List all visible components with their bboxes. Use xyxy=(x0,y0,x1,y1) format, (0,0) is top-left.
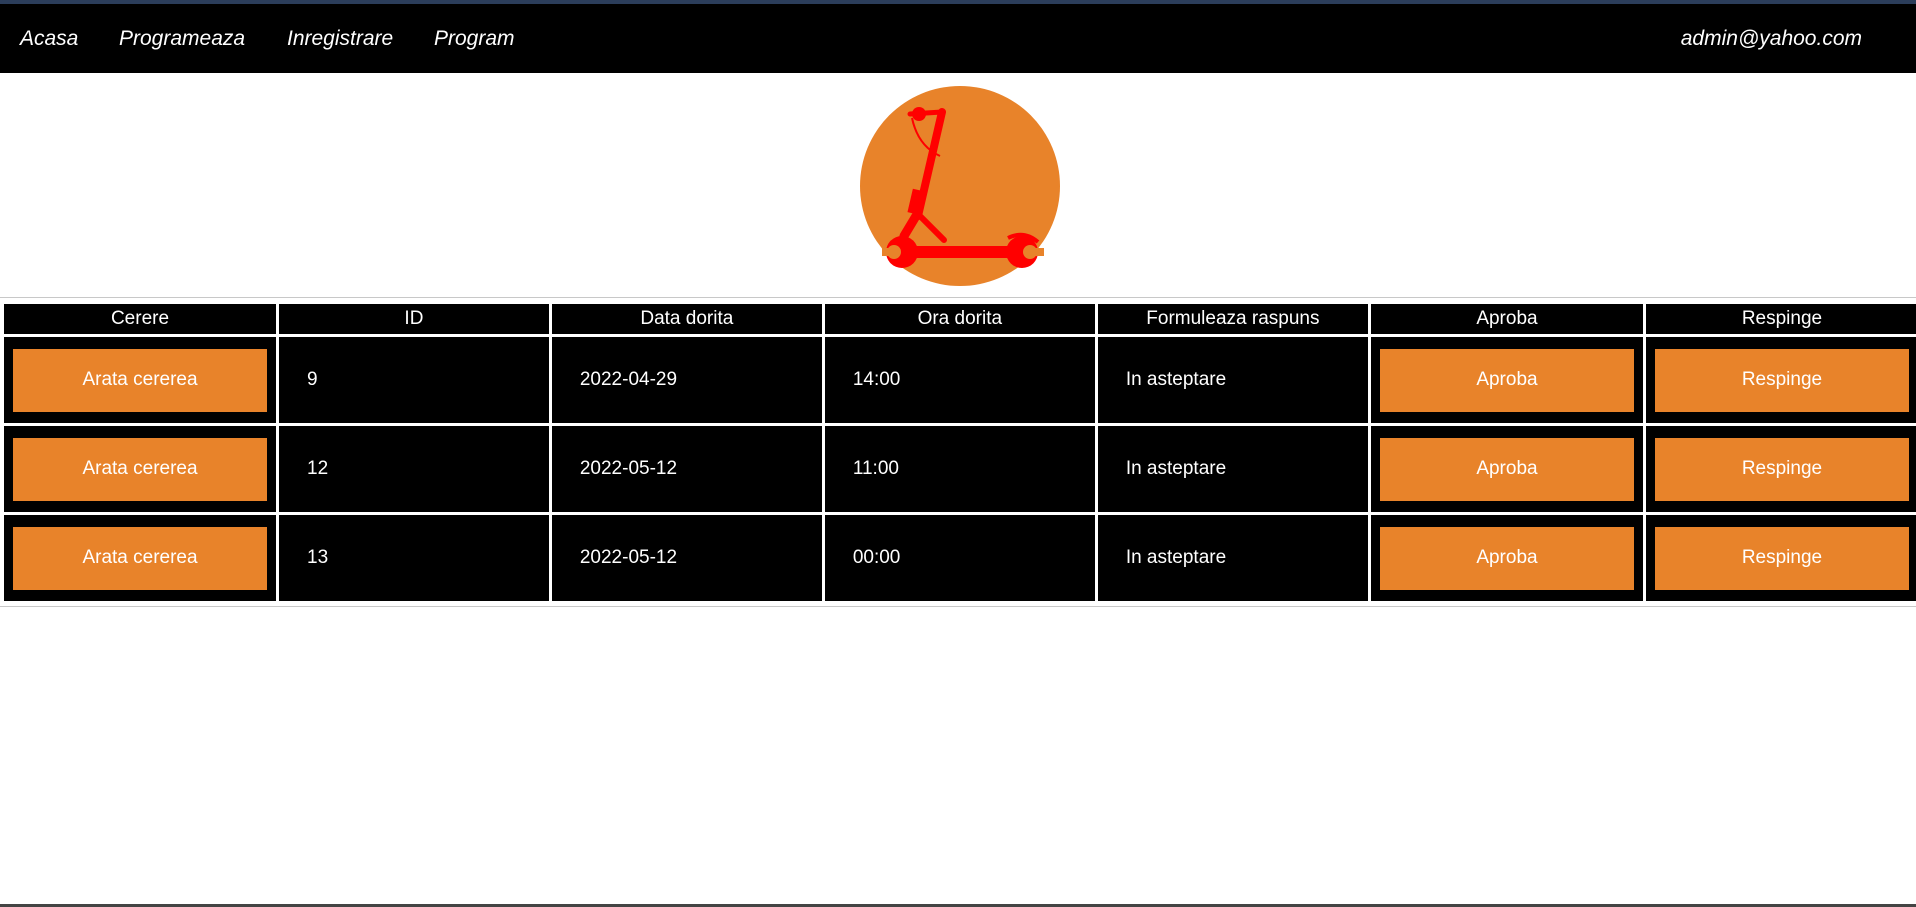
requests-table: Cerere ID Data dorita Ora dorita Formule… xyxy=(1,301,1916,604)
cell-id: 9 xyxy=(279,337,549,423)
reject-button[interactable]: Respinge xyxy=(1654,526,1909,590)
user-email-link[interactable]: admin@yahoo.com xyxy=(1681,26,1862,52)
cell-approve: Aproba xyxy=(1370,515,1643,601)
view-request-button[interactable]: Arata cererea xyxy=(13,437,267,501)
nav-link-programeaza[interactable]: Programeaza xyxy=(119,26,245,52)
requests-table-container: Cerere ID Data dorita Ora dorita Formule… xyxy=(0,297,1916,607)
view-request-button[interactable]: Arata cererea xyxy=(13,526,267,590)
table-header-row: Cerere ID Data dorita Ora dorita Formule… xyxy=(4,304,1916,334)
table-row: Arata cererea 13 2022-05-12 00:00 In ast… xyxy=(4,515,1916,601)
column-header-formuleaza-raspuns: Formuleaza raspuns xyxy=(1097,304,1368,334)
cell-date: 2022-05-12 xyxy=(551,515,822,601)
cell-time: 00:00 xyxy=(824,515,1095,601)
cell-id: 12 xyxy=(279,426,549,512)
table-row: Arata cererea 12 2022-05-12 11:00 In ast… xyxy=(4,426,1916,512)
view-request-button[interactable]: Arata cererea xyxy=(13,348,267,412)
top-navbar: Acasa Programeaza Inregistrare Program a… xyxy=(0,4,1916,73)
column-header-cerere: Cerere xyxy=(4,304,276,334)
site-logo xyxy=(860,86,1060,286)
cell-date: 2022-05-12 xyxy=(551,426,822,512)
approve-button[interactable]: Aproba xyxy=(1379,526,1634,590)
nav-link-program[interactable]: Program xyxy=(434,26,515,52)
column-header-aproba: Aproba xyxy=(1370,304,1643,334)
cell-time: 11:00 xyxy=(824,426,1095,512)
cell-status: In asteptare xyxy=(1097,426,1368,512)
cell-id: 13 xyxy=(279,515,549,601)
cell-view: Arata cererea xyxy=(4,515,276,601)
reject-button[interactable]: Respinge xyxy=(1654,348,1909,412)
approve-button[interactable]: Aproba xyxy=(1379,348,1634,412)
column-header-respinge: Respinge xyxy=(1645,304,1916,334)
table-row: Arata cererea 9 2022-04-29 14:00 In aste… xyxy=(4,337,1916,423)
cell-view: Arata cererea xyxy=(4,426,276,512)
cell-reject: Respinge xyxy=(1645,337,1916,423)
column-header-id: ID xyxy=(279,304,549,334)
cell-status: In asteptare xyxy=(1097,337,1368,423)
cell-view: Arata cererea xyxy=(4,337,276,423)
cell-reject: Respinge xyxy=(1645,515,1916,601)
cell-approve: Aproba xyxy=(1370,426,1643,512)
cell-reject: Respinge xyxy=(1645,426,1916,512)
column-header-ora-dorita: Ora dorita xyxy=(824,304,1095,334)
cell-status: In asteptare xyxy=(1097,515,1368,601)
nav-link-acasa[interactable]: Acasa xyxy=(20,26,78,52)
column-header-data-dorita: Data dorita xyxy=(551,304,822,334)
approve-button[interactable]: Aproba xyxy=(1379,437,1634,501)
scooter-wrench-icon xyxy=(860,86,1060,286)
cell-date: 2022-04-29 xyxy=(551,337,822,423)
cell-approve: Aproba xyxy=(1370,337,1643,423)
reject-button[interactable]: Respinge xyxy=(1654,437,1909,501)
nav-link-inregistrare[interactable]: Inregistrare xyxy=(287,26,393,52)
cell-time: 14:00 xyxy=(824,337,1095,423)
